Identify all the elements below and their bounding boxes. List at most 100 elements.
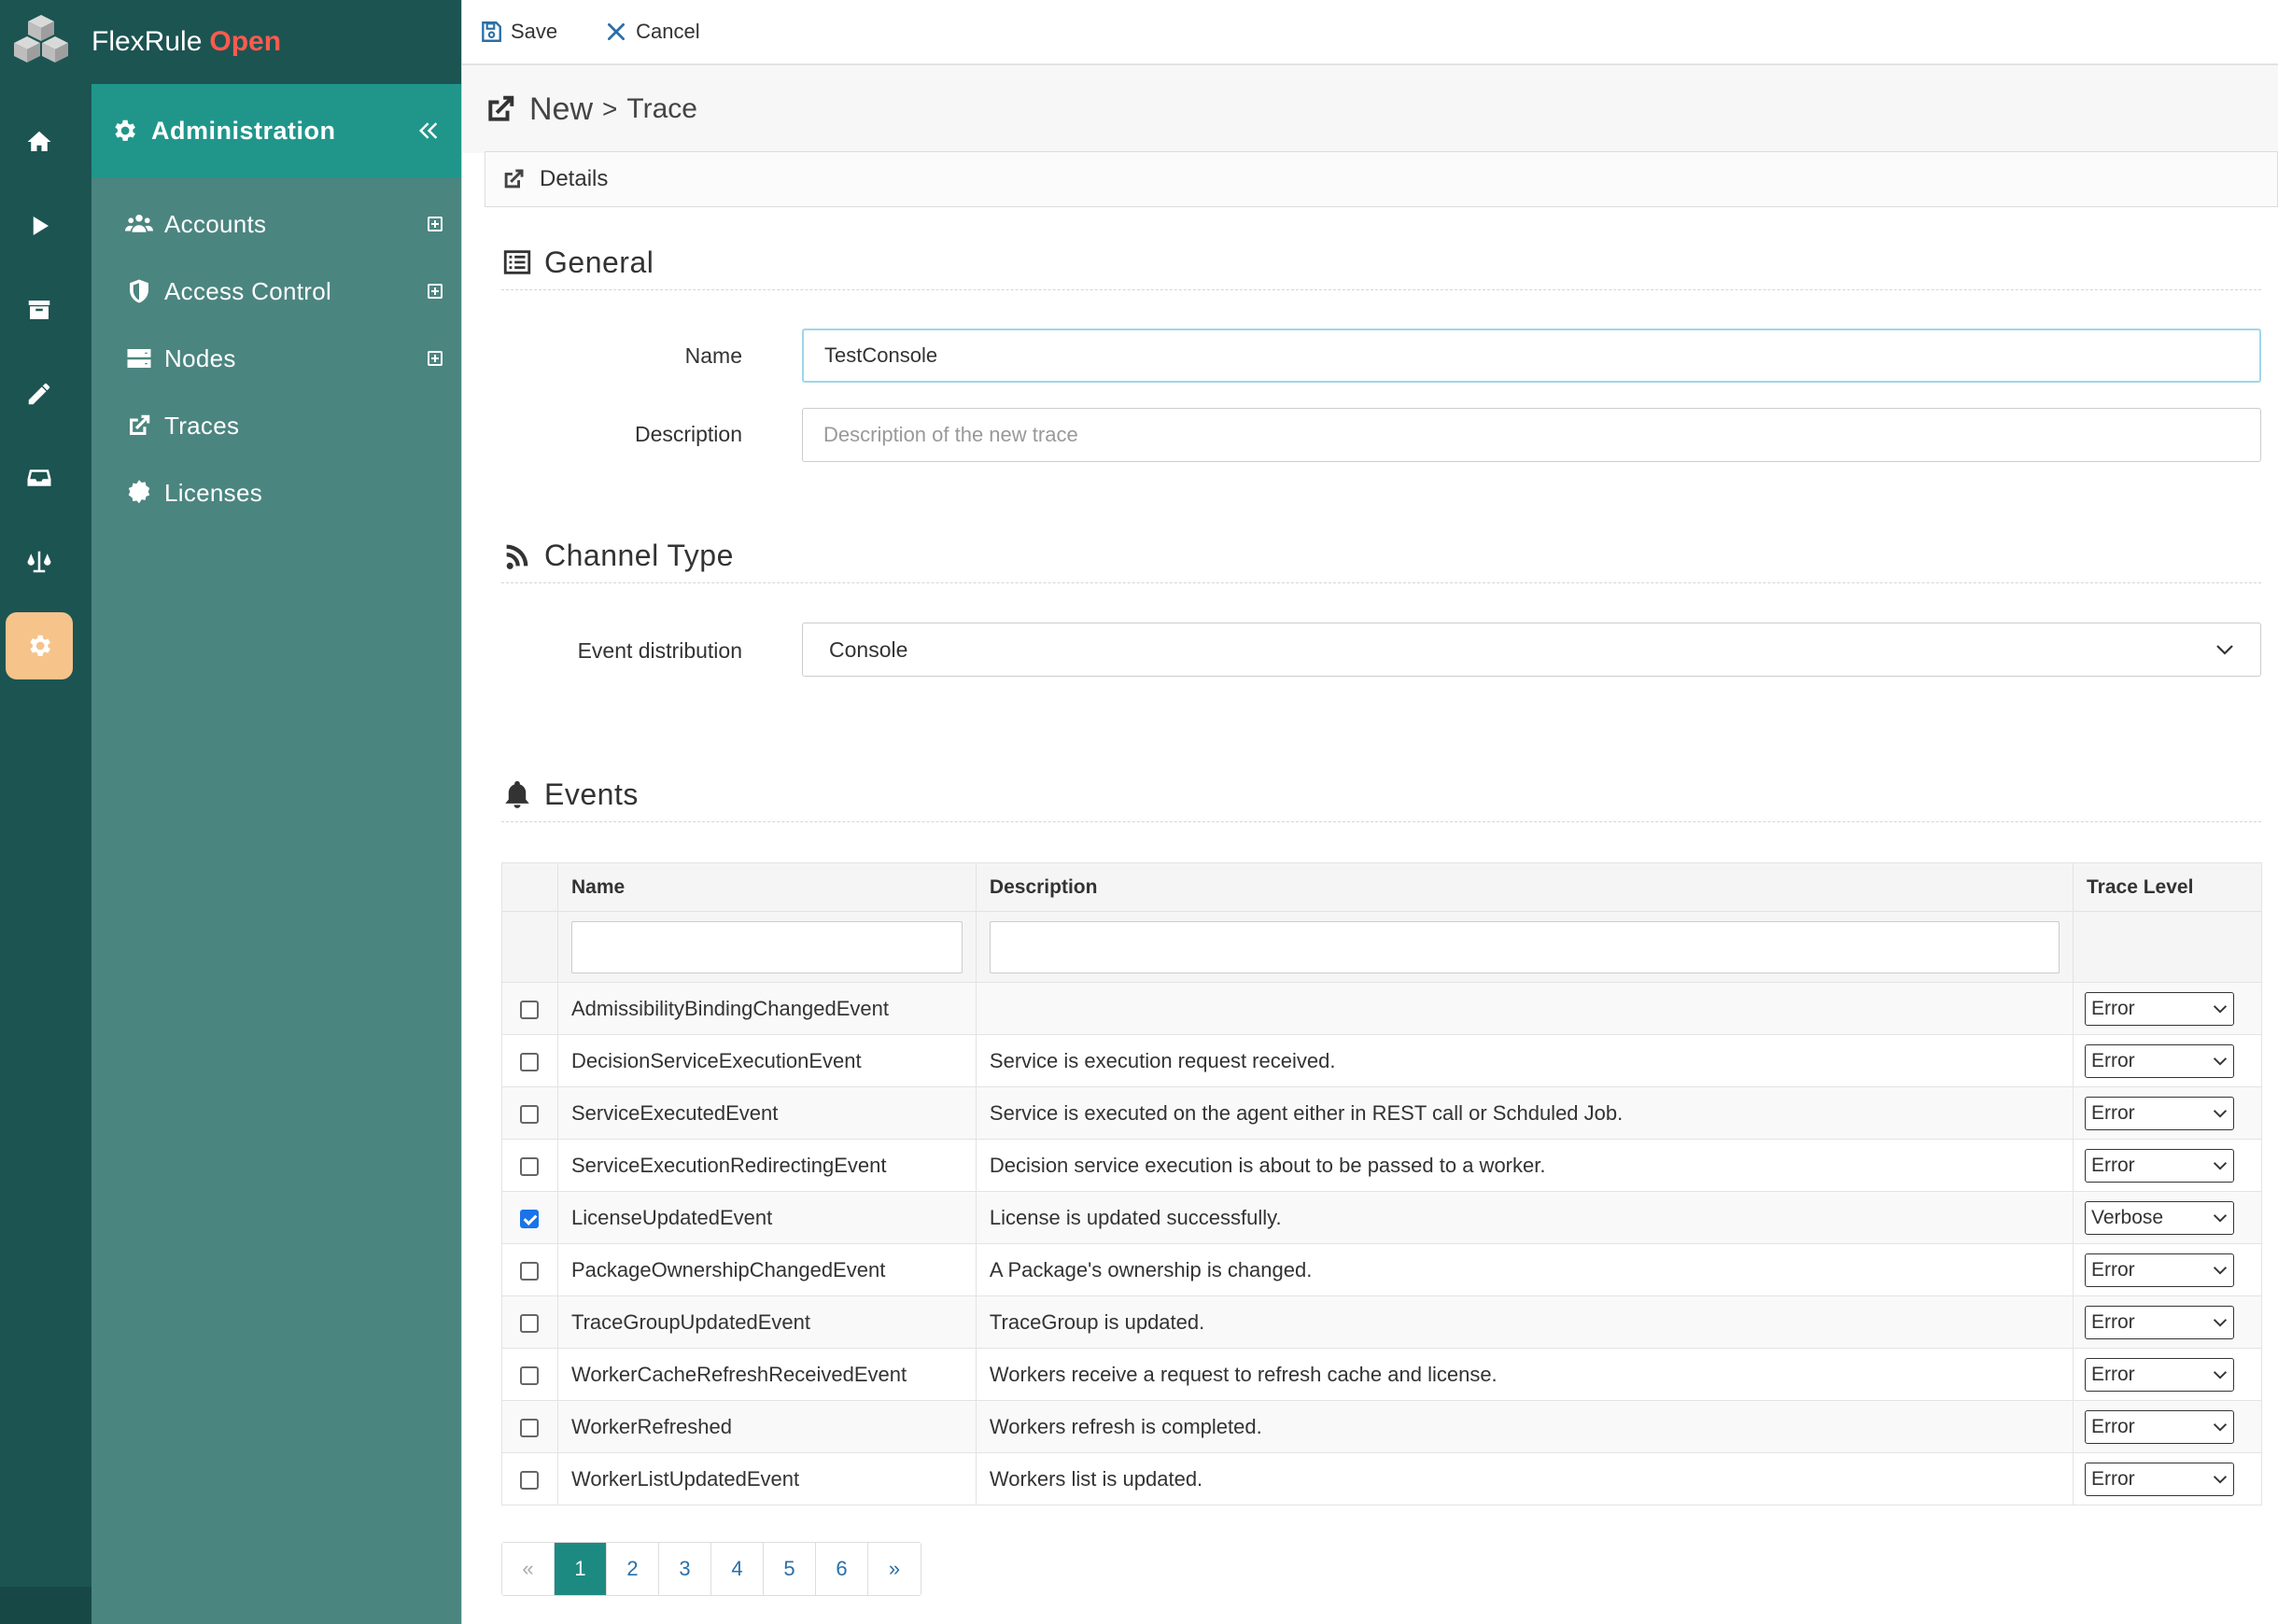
name-filter-cell xyxy=(556,911,977,983)
chevron-down-icon xyxy=(2213,1057,2228,1066)
event-name-cell: AdmissibilityBindingChangedEvent xyxy=(556,982,977,1035)
tab-details[interactable]: Details xyxy=(485,151,2278,207)
sidebar-header: Administration xyxy=(91,84,461,177)
pagination-next-button[interactable]: » xyxy=(868,1543,921,1595)
trace-level-select[interactable]: Verbose xyxy=(2085,1200,2234,1235)
sidebar-item-access-control[interactable]: Access Control xyxy=(91,258,461,325)
collapse-sidebar-icon[interactable] xyxy=(415,117,443,145)
trace-level-select[interactable]: Error xyxy=(2085,1148,2234,1183)
filter-empty-cell xyxy=(501,911,558,983)
trace-level-column-header[interactable]: Trace Level xyxy=(2073,862,2262,912)
row-checkbox[interactable] xyxy=(520,1470,540,1490)
pagination-page-button[interactable]: 2 xyxy=(607,1543,659,1595)
rail-edit-button[interactable] xyxy=(6,360,73,427)
select-cell xyxy=(501,1295,558,1349)
description-filter-input[interactable] xyxy=(989,920,2060,973)
event-distribution-select[interactable]: Console xyxy=(802,623,2261,677)
rail-inbox-button[interactable] xyxy=(6,444,73,511)
name-filter-input[interactable] xyxy=(570,920,963,973)
pagination-prev-button[interactable]: « xyxy=(502,1543,555,1595)
row-checkbox[interactable] xyxy=(520,1418,540,1437)
trace-level-cell: Error xyxy=(2073,1295,2262,1349)
tab-details-label: Details xyxy=(540,166,609,191)
trace-level-select[interactable]: Error xyxy=(2085,991,2234,1026)
expand-icon[interactable] xyxy=(428,217,443,231)
chevron-down-icon xyxy=(2213,1318,2228,1327)
pagination-page-button[interactable]: 5 xyxy=(764,1543,816,1595)
trace-level-value: Error xyxy=(2091,1467,2135,1490)
events-table-body: AdmissibilityBindingChangedEvent Error Dec… xyxy=(501,982,2262,1505)
rail-archive-button[interactable] xyxy=(6,276,73,343)
name-label: Name xyxy=(684,343,742,368)
shield-icon xyxy=(130,279,148,303)
archive-icon xyxy=(28,301,50,319)
toolbar: Save Cancel xyxy=(462,0,2278,65)
row-checkbox[interactable] xyxy=(520,1365,540,1385)
event-description-cell: TraceGroup is updated. xyxy=(975,1295,2074,1349)
chevron-down-icon xyxy=(2213,1161,2228,1170)
external-link-icon xyxy=(130,414,150,435)
pagination-page-button[interactable]: 3 xyxy=(659,1543,711,1595)
trace-level-cell: Error xyxy=(2073,1086,2262,1140)
sidebar-item-label: Licenses xyxy=(164,478,263,507)
trace-level-cell: Error xyxy=(2073,1139,2262,1192)
save-label: Save xyxy=(511,20,558,43)
rail-admin-button[interactable] xyxy=(6,612,73,679)
row-checkbox[interactable] xyxy=(520,1313,540,1333)
users-icon xyxy=(125,215,153,232)
sidebar-item-accounts[interactable]: Accounts xyxy=(91,190,461,258)
trace-level-select[interactable]: Error xyxy=(2085,1357,2234,1392)
sidebar-item-licenses[interactable]: Licenses xyxy=(91,459,461,526)
pagination-page-button[interactable]: 4 xyxy=(711,1543,764,1595)
trace-level-select[interactable]: Error xyxy=(2085,1462,2234,1496)
gear-icon xyxy=(30,635,50,656)
row-checkbox[interactable] xyxy=(520,1156,540,1176)
rail-balance-button[interactable] xyxy=(6,528,73,595)
name-column-header[interactable]: Name xyxy=(556,862,977,912)
cancel-button[interactable]: Cancel xyxy=(604,20,700,44)
sidebar-item-traces[interactable]: Traces xyxy=(91,392,461,459)
certificate-icon xyxy=(128,480,150,504)
trace-level-value: Error xyxy=(2091,1154,2135,1176)
inbox-icon xyxy=(27,469,51,486)
pagination-page-button[interactable]: 6 xyxy=(816,1543,868,1595)
sidebar-title: Administration xyxy=(151,116,336,145)
event-name-cell: DecisionServiceExecutionEvent xyxy=(556,1034,977,1087)
row-checkbox[interactable] xyxy=(520,1261,540,1281)
row-checkbox[interactable] xyxy=(520,1052,540,1071)
sidebar-item-nodes[interactable]: Nodes xyxy=(91,325,461,392)
description-input[interactable] xyxy=(802,408,2261,462)
rail-home-button[interactable] xyxy=(6,108,73,175)
breadcrumb-current: Trace xyxy=(626,93,697,124)
event-description-cell: Workers receive a request to refresh cac… xyxy=(975,1348,2074,1401)
trace-level-select[interactable]: Error xyxy=(2085,1305,2234,1339)
trace-level-value: Error xyxy=(2091,1363,2135,1385)
event-name-cell: ServiceExecutionRedirectingEvent xyxy=(556,1139,977,1192)
pagination-page-button[interactable]: 1 xyxy=(555,1543,607,1595)
expand-icon[interactable] xyxy=(428,284,443,299)
trace-level-select[interactable]: Error xyxy=(2085,1043,2234,1078)
trace-level-value: Error xyxy=(2091,1049,2135,1071)
trace-level-select[interactable]: Error xyxy=(2085,1253,2234,1287)
row-checkbox[interactable] xyxy=(520,1209,540,1228)
event-description-cell: Service is executed on the agent either … xyxy=(975,1086,2074,1140)
save-icon xyxy=(482,21,501,42)
expand-icon[interactable] xyxy=(428,351,443,366)
rail-run-button[interactable] xyxy=(6,192,73,259)
event-description-cell: Decision service execution is about to b… xyxy=(975,1139,2074,1192)
sidebar-item-label: Accounts xyxy=(164,209,267,238)
sidebar-item-label: Nodes xyxy=(164,343,236,372)
chevron-down-icon xyxy=(2213,1370,2228,1379)
event-name-cell: TraceGroupUpdatedEvent xyxy=(556,1295,977,1349)
trace-level-select[interactable]: Error xyxy=(2085,1409,2234,1444)
name-input[interactable] xyxy=(802,329,2261,383)
event-description-cell: Workers refresh is completed. xyxy=(975,1400,2074,1453)
row-checkbox[interactable] xyxy=(520,1000,540,1019)
description-column-header[interactable]: Description xyxy=(975,862,2074,912)
row-checkbox[interactable] xyxy=(520,1104,540,1124)
events-table: Name Description Trace Level Admissibili… xyxy=(501,862,2262,1505)
save-button[interactable]: Save xyxy=(479,20,557,44)
select-cell xyxy=(501,1034,558,1087)
trace-level-select[interactable]: Error xyxy=(2085,1096,2234,1130)
list-icon xyxy=(503,250,531,274)
